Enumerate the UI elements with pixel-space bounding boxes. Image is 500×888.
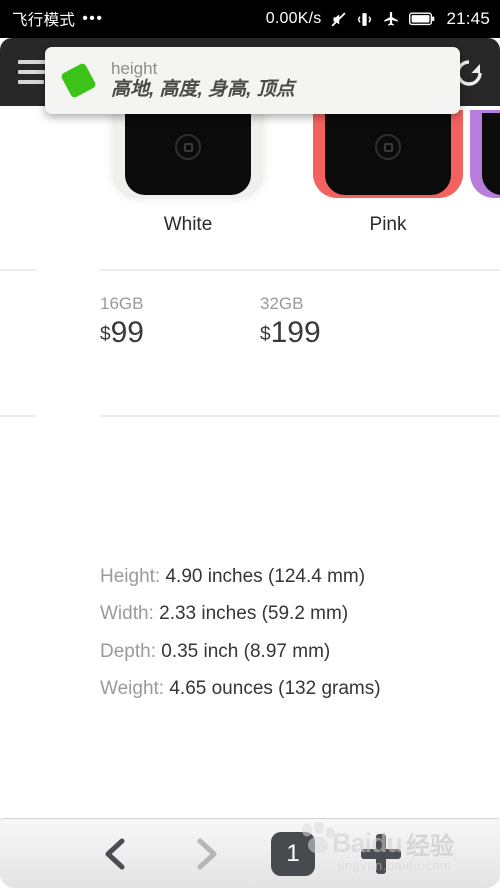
airplane-mode-label: 飞行模式 xyxy=(12,12,76,29)
spec-row-width: Width: 2.33 inches (59.2 mm) xyxy=(100,595,500,632)
spec-key: Width: xyxy=(100,603,154,625)
airplane-icon xyxy=(382,10,400,28)
price-cell-16gb: 16GB $99 xyxy=(100,294,144,351)
divider-bottom xyxy=(100,415,500,417)
mute-icon xyxy=(330,11,347,28)
new-tab-button[interactable] xyxy=(350,819,412,888)
forward-button[interactable] xyxy=(172,819,242,888)
home-button-icon xyxy=(175,134,201,160)
home-button-icon xyxy=(375,134,401,160)
price-cell-32gb: 32GB $199 xyxy=(260,294,321,351)
spec-value: 4.90 inches (124.4 mm) xyxy=(165,566,366,587)
spec-value: 0.35 inch (8.97 mm) xyxy=(161,640,331,662)
chevron-left-icon xyxy=(105,838,125,870)
spec-row-depth: Depth: 0.35 inch (8.97 mm) xyxy=(100,633,500,670)
color-label-row: White Pink xyxy=(0,198,500,256)
price-amount: 199 xyxy=(270,316,321,350)
currency-symbol: $ xyxy=(260,324,271,346)
dictionary-translation: 高地, 高度, 身高, 顶点 xyxy=(111,79,295,101)
capacity-label: 32GB xyxy=(260,294,304,313)
price-value: $99 xyxy=(100,316,144,351)
price-value: $199 xyxy=(260,316,321,351)
capacity-label: 16GB xyxy=(100,294,144,313)
vibrate-icon xyxy=(356,11,373,28)
spec-key: Depth: xyxy=(100,640,156,662)
status-bar-left: 飞行模式 ••• xyxy=(0,8,104,30)
green-tag-icon xyxy=(45,62,111,99)
status-bar-right: 0.00K/s 21:45 xyxy=(266,9,500,29)
pricing-row: 16GB $99 32GB $199 xyxy=(0,294,500,364)
spec-value: 4.65 ounces (132 grams) xyxy=(169,678,381,700)
tab-switcher-button[interactable]: 1 xyxy=(262,819,324,888)
browser-bottom-bar: 1 xyxy=(0,818,500,888)
phone-screen: 飞行模式 ••• 0.00K/s 21:45 ite – iP xyxy=(0,0,500,888)
battery-icon xyxy=(409,12,435,26)
phone-image-row xyxy=(0,106,500,198)
spec-row-weight: Weight: 4.65 ounces (132 grams) xyxy=(100,670,500,707)
spec-key: Weight: xyxy=(100,678,165,700)
divider-top xyxy=(100,269,500,271)
color-label-pink: Pink xyxy=(369,214,407,235)
spec-value: 2.33 inches (59.2 mm) xyxy=(159,603,349,625)
specs-list: Height: 4.90 inches (124.4 mm) Width: 2.… xyxy=(100,558,500,708)
price-amount: 99 xyxy=(110,316,144,350)
webpage-content: White Pink 16GB $99 32GB $199 Height: 4.… xyxy=(0,106,500,820)
back-button[interactable] xyxy=(80,819,150,888)
spec-key: Height: xyxy=(100,566,161,587)
dictionary-popup[interactable]: height 高地, 高度, 身高, 顶点 xyxy=(45,47,460,114)
status-bar: 飞行模式 ••• 0.00K/s 21:45 xyxy=(0,0,500,38)
network-speed-label: 0.00K/s xyxy=(265,10,322,27)
clock-label: 21:45 xyxy=(446,9,490,28)
phone-image-purple-partial[interactable] xyxy=(470,110,500,198)
dictionary-popup-text: height 高地, 高度, 身高, 顶点 xyxy=(111,59,295,102)
phone-image-white[interactable] xyxy=(113,110,263,198)
currency-symbol: $ xyxy=(100,324,111,346)
plus-icon xyxy=(361,834,401,874)
phone-image-pink[interactable] xyxy=(313,110,463,198)
spec-row-height: Height: 4.90 inches (124.4 mm) xyxy=(100,558,500,595)
color-label-white: White xyxy=(163,214,213,235)
status-overflow-dots: ••• xyxy=(82,10,104,27)
chevron-right-icon xyxy=(197,838,217,870)
divider-left-top xyxy=(0,269,36,271)
dictionary-word: height xyxy=(111,58,158,78)
divider-left-bottom xyxy=(0,415,36,417)
tab-count-badge: 1 xyxy=(271,832,315,876)
